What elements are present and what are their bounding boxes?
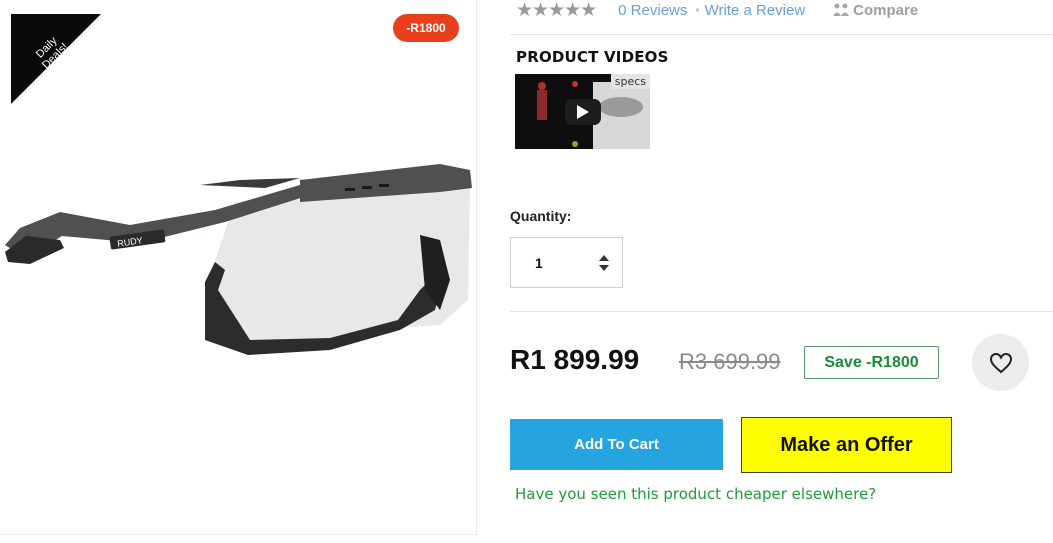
current-price: R1 899.99 [510, 344, 640, 375]
compare-link[interactable]: Compare [832, 2, 918, 19]
videos-heading: PRODUCT VIDEOS [516, 48, 669, 66]
brand-label: RUDY [117, 235, 144, 248]
video-thumbnail[interactable]: specs [515, 74, 650, 149]
quantity-label: Quantity: [510, 208, 572, 224]
quantity-stepper[interactable]: 1 [510, 237, 623, 288]
compare-label: Compare [853, 1, 919, 19]
add-to-cart-button[interactable]: Add To Cart [510, 419, 723, 470]
save-badge: Save -R1800 [804, 346, 939, 379]
rating-stars: ★★★★★ [516, 0, 597, 21]
product-image-panel: Daily Deals! -R1800 RUDY [0, 0, 477, 535]
wishlist-button[interactable] [972, 334, 1029, 391]
play-button[interactable] [565, 99, 601, 125]
cheaper-elsewhere-link[interactable]: Have you seen this product cheaper elsew… [515, 485, 876, 503]
discount-pill: -R1800 [393, 14, 459, 42]
daily-deals-ribbon: Daily Deals! [11, 14, 101, 104]
product-image[interactable]: RUDY [0, 140, 477, 380]
divider [510, 34, 1053, 35]
product-info: ★★★★★ 0 Reviews • Write a Review Compare… [510, 0, 1053, 543]
price-row: R1 899.99 R3 699.99 Save -R1800 [510, 334, 1053, 391]
heart-icon [989, 352, 1012, 373]
rating-row: ★★★★★ 0 Reviews • Write a Review Compare [516, 0, 918, 21]
compare-icon [833, 3, 850, 16]
video-specs-label: specs [610, 74, 650, 89]
play-icon [577, 105, 589, 119]
write-review-link[interactable]: Write a Review [705, 2, 806, 19]
separator-dot: • [695, 3, 700, 17]
divider [510, 311, 1053, 312]
sunglasses-image: RUDY [5, 164, 472, 355]
make-offer-button[interactable]: Make an Offer [741, 417, 952, 473]
stepper-arrows-icon[interactable] [598, 253, 610, 273]
product-page: Daily Deals! -R1800 RUDY ★★★★★ 0 Reviews… [0, 0, 1053, 543]
reviews-link[interactable]: 0 Reviews [618, 2, 687, 19]
quantity-value[interactable]: 1 [535, 255, 543, 271]
original-price: R3 699.99 [679, 349, 781, 374]
